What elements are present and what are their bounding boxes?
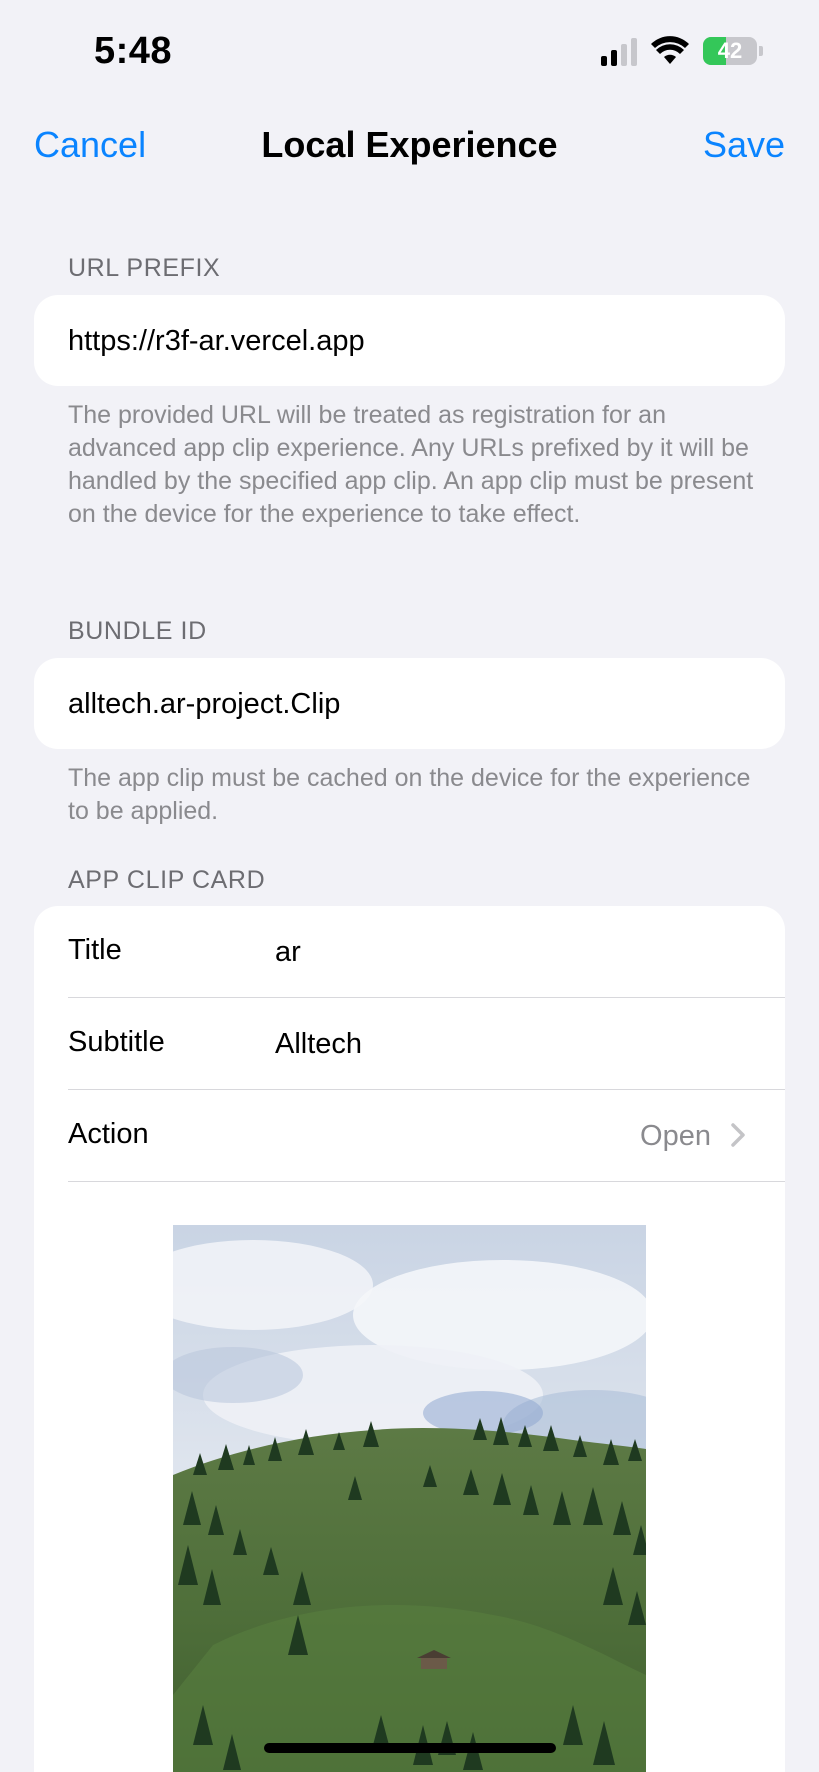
action-value: Open bbox=[640, 1120, 711, 1152]
title-label: Title bbox=[68, 934, 122, 966]
app-clip-card-header: APP CLIP CARD bbox=[68, 866, 266, 894]
url-prefix-input[interactable]: https://r3f-ar.vercel.app bbox=[68, 325, 365, 358]
title-input[interactable]: ar bbox=[275, 936, 301, 969]
subtitle-input[interactable]: Alltech bbox=[275, 1028, 362, 1061]
battery-percent: 42 bbox=[717, 38, 743, 63]
url-prefix-card: https://r3f-ar.vercel.app bbox=[34, 295, 785, 386]
action-label: Action bbox=[68, 1118, 149, 1150]
save-button[interactable]: Save bbox=[703, 124, 785, 166]
screen: 5:48 42 Local Experience Cancel Save URL… bbox=[0, 0, 819, 1772]
chevron-right-icon bbox=[731, 1123, 745, 1147]
bundle-id-card: alltech.ar-project.Clip bbox=[34, 658, 785, 749]
bundle-id-header: BUNDLE ID bbox=[68, 617, 207, 645]
app-clip-card: Title ar Subtitle Alltech Action Open bbox=[34, 906, 785, 1772]
header-image[interactable] bbox=[173, 1225, 646, 1772]
subtitle-label: Subtitle bbox=[68, 1026, 165, 1058]
title-row[interactable]: Title ar bbox=[34, 906, 785, 998]
action-row[interactable]: Action Open bbox=[34, 1090, 785, 1182]
home-indicator[interactable] bbox=[264, 1743, 556, 1753]
cancel-button[interactable]: Cancel bbox=[34, 124, 146, 166]
signal-icon bbox=[601, 36, 637, 66]
wifi-icon bbox=[651, 36, 689, 64]
subtitle-row[interactable]: Subtitle Alltech bbox=[34, 998, 785, 1090]
bundle-id-input[interactable]: alltech.ar-project.Clip bbox=[68, 688, 340, 721]
battery-charging-icon: 42 bbox=[703, 37, 757, 65]
row-divider bbox=[68, 1180, 785, 1182]
bundle-id-footer: The app clip must be cached on the devic… bbox=[68, 764, 751, 825]
battery-cap bbox=[759, 46, 763, 56]
url-prefix-header: URL PREFIX bbox=[68, 254, 221, 282]
status-icons: 42 bbox=[601, 36, 763, 66]
url-prefix-footer: The provided URL will be treated as regi… bbox=[68, 401, 754, 528]
status-time: 5:48 bbox=[94, 30, 173, 72]
